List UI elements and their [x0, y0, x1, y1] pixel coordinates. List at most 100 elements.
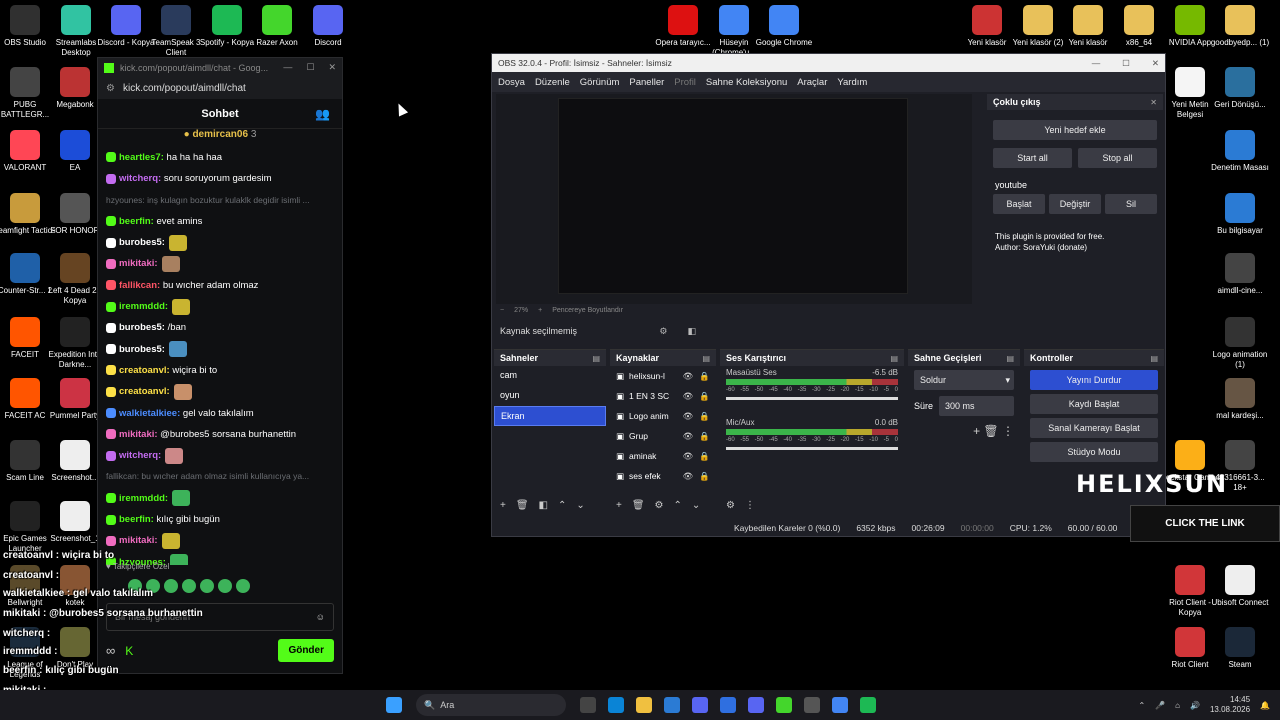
- chat-username[interactable]: burobes5:: [119, 322, 165, 333]
- menu-item[interactable]: Dosya: [498, 77, 525, 88]
- add-icon[interactable]: +: [973, 424, 980, 438]
- chat-messages[interactable]: heartles7: ha ha ha haa witcherq: soru so…: [98, 145, 342, 565]
- studio-mode-button[interactable]: Stüdyo Modu: [1030, 442, 1158, 462]
- chat-message[interactable]: burobes5:: [106, 232, 334, 253]
- site-info-icon[interactable]: ⚙: [106, 83, 115, 94]
- emote-icon[interactable]: [182, 579, 196, 593]
- visibility-icon[interactable]: 👁: [683, 431, 694, 442]
- chat-username[interactable]: beerfin:: [119, 514, 154, 525]
- app-icon[interactable]: [720, 697, 736, 713]
- click-the-link-banner[interactable]: CLICK THE LINK: [1130, 505, 1280, 542]
- razer-icon[interactable]: [776, 697, 792, 713]
- chat-message[interactable]: mikitaki:: [106, 253, 334, 274]
- chat-username[interactable]: iremmddd:: [119, 493, 168, 504]
- desktop-shortcut[interactable]: aimdll-cine...: [1208, 253, 1272, 296]
- obs-title-bar[interactable]: OBS 32.0.4 - Profil: İsimsiz - Sahneler:…: [492, 54, 1165, 72]
- desktop-shortcut[interactable]: mal kardeşi...: [1208, 378, 1272, 421]
- menu-item[interactable]: Paneller: [629, 77, 664, 88]
- dock-menu-icon[interactable]: ▤: [592, 354, 600, 363]
- menu-item[interactable]: Görünüm: [580, 77, 620, 88]
- chat-title-bar[interactable]: kick.com/popout/aimdll/chat - Goog... — …: [98, 58, 342, 77]
- chat-username[interactable]: mikitaki:: [119, 258, 158, 269]
- kick-icon[interactable]: K: [125, 644, 133, 658]
- chat-username[interactable]: creatoanvl:: [119, 386, 170, 397]
- chat-username[interactable]: burobes5:: [119, 237, 165, 248]
- start-recording-button[interactable]: Kaydı Başlat: [1030, 394, 1158, 414]
- trash-icon[interactable]: 🗑: [516, 500, 529, 511]
- chevron-up-icon[interactable]: ⌃: [1139, 701, 1146, 710]
- chat-username[interactable]: heartles7:: [119, 152, 164, 163]
- chat-username[interactable]: mikitaki:: [119, 429, 158, 440]
- menu-item[interactable]: Araçlar: [797, 77, 827, 88]
- source-item[interactable]: ▣ ses efek 👁 🔒: [610, 466, 716, 486]
- scene-item[interactable]: Ekran: [494, 406, 606, 426]
- virtual-camera-button[interactable]: Sanal Kamerayı Başlat: [1030, 418, 1158, 438]
- volume-icon[interactable]: 🔊: [1190, 701, 1200, 710]
- start-menu-icon[interactable]: [386, 697, 402, 713]
- filter-icon[interactable]: ◧: [687, 326, 696, 337]
- source-item[interactable]: ▣ helixsun-l 👁 🔒: [610, 366, 716, 386]
- chat-username[interactable]: beerfin:: [119, 216, 154, 227]
- down-icon[interactable]: ⌄: [692, 500, 700, 511]
- send-button[interactable]: Gönder: [278, 639, 334, 662]
- chat-message[interactable]: fallikcan: bu wıcher adam olmaz: [106, 275, 334, 296]
- source-item[interactable]: ▣ Logo anim 👁 🔒: [610, 406, 716, 426]
- users-icon[interactable]: 👥: [315, 107, 330, 121]
- mixer-channel-mic[interactable]: Mic/Aux 0.0 dB -60 -55 -50 -45 -40 -35 -30 -25 -2…: [720, 416, 904, 456]
- chat-message[interactable]: fallikcan: bu wıcher adam olmaz isimli k…: [106, 466, 334, 487]
- chat-message[interactable]: burobes5: /ban: [106, 317, 334, 338]
- visibility-icon[interactable]: 👁: [683, 411, 694, 422]
- lock-icon[interactable]: 🔒: [699, 471, 710, 482]
- chat-username[interactable]: walkietalkiee:: [119, 408, 180, 419]
- chat-message[interactable]: mikitaki:: [106, 530, 334, 551]
- chat-username[interactable]: burobes5:: [119, 344, 165, 355]
- add-icon[interactable]: +: [500, 500, 506, 511]
- discord-icon[interactable]: [748, 697, 764, 713]
- menu-item[interactable]: Profil: [674, 77, 696, 88]
- chat-message[interactable]: mikitaki: @burobes5 sorsana burhanettin: [106, 424, 334, 445]
- notification-icon[interactable]: 🔔: [1260, 701, 1270, 710]
- maximize-icon[interactable]: ☐: [1122, 58, 1130, 69]
- file-explorer-icon[interactable]: [636, 697, 652, 713]
- mic-icon[interactable]: 🎤: [1155, 701, 1165, 710]
- obs-icon[interactable]: [804, 697, 820, 713]
- obs-window[interactable]: OBS 32.0.4 - Profil: İsimsiz - Sahneler:…: [491, 53, 1166, 537]
- emoji-icon[interactable]: ☺: [316, 612, 325, 622]
- lock-icon[interactable]: 🔒: [699, 431, 710, 442]
- volume-slider[interactable]: [726, 447, 898, 450]
- chat-message[interactable]: creatoanvl: wiçira bi to: [106, 360, 334, 381]
- maximize-icon[interactable]: ☐: [306, 62, 314, 73]
- chat-message[interactable]: witcherq:: [106, 445, 334, 466]
- task-view-icon[interactable]: [580, 697, 596, 713]
- chat-username[interactable]: iremmddd:: [119, 301, 168, 312]
- stop-all-button[interactable]: Stop all: [1078, 148, 1157, 168]
- gear-icon[interactable]: ⚙: [659, 326, 667, 337]
- menu-item[interactable]: Sahne Koleksiyonu: [706, 77, 787, 88]
- store-icon[interactable]: [664, 697, 680, 713]
- mixer-channel-desktop[interactable]: Masaüstü Ses -6.5 dB -60 -55 -50 -45 -40 -35 -3…: [720, 366, 904, 406]
- source-item[interactable]: ▣ 1 EN 3 SC 👁 🔒: [610, 386, 716, 406]
- lock-icon[interactable]: 🔒: [699, 391, 710, 402]
- chat-message[interactable]: burobes5:: [106, 339, 334, 360]
- minimize-icon[interactable]: —: [1092, 58, 1101, 69]
- desktop-shortcut[interactable]: Discord: [296, 5, 360, 48]
- chat-username[interactable]: witcherq:: [119, 173, 161, 184]
- scene-item[interactable]: cam: [494, 366, 606, 386]
- gear-icon[interactable]: ⚙: [726, 500, 735, 511]
- down-icon[interactable]: ⌄: [576, 500, 584, 511]
- target-change-button[interactable]: Değiştir: [1049, 194, 1101, 214]
- chat-message[interactable]: beerfin: evet amins: [106, 211, 334, 232]
- add-icon[interactable]: +: [616, 500, 622, 511]
- menu-item[interactable]: Yardım: [837, 77, 867, 88]
- lock-icon[interactable]: 🔒: [699, 371, 710, 382]
- chat-message[interactable]: heartles7: ha ha ha haa: [106, 147, 334, 168]
- gear-icon[interactable]: ⚙: [655, 500, 664, 511]
- target-delete-button[interactable]: Sil: [1105, 194, 1157, 214]
- trash-icon[interactable]: 🗑: [632, 500, 645, 511]
- zoom-in-icon[interactable]: +: [538, 307, 542, 314]
- close-icon[interactable]: ✕: [328, 62, 336, 73]
- visibility-icon[interactable]: 👁: [683, 451, 694, 462]
- up-icon[interactable]: ⌃: [674, 500, 682, 511]
- close-icon[interactable]: ✕: [1150, 98, 1157, 107]
- chat-username[interactable]: mikitaki:: [119, 535, 158, 546]
